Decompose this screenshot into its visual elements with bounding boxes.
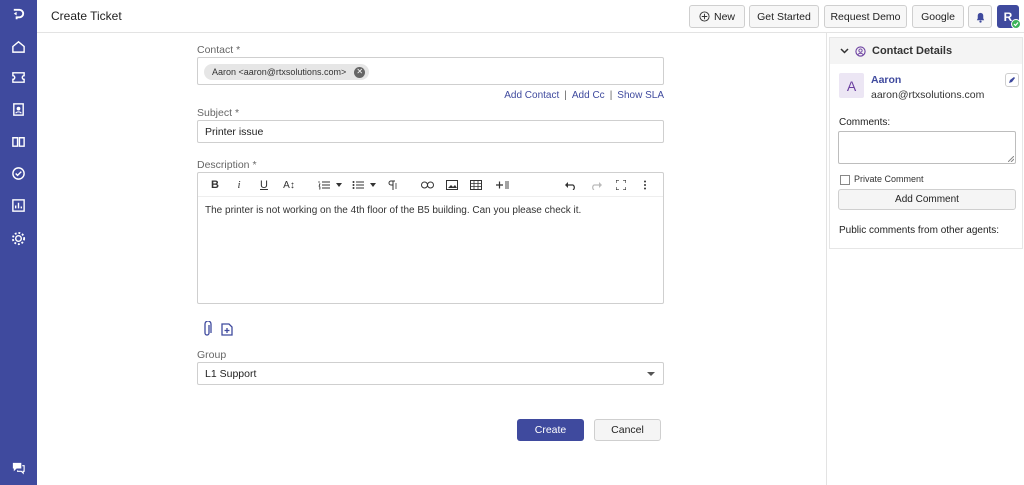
- contact-field[interactable]: Aaron <aaron@rtxsolutions.com> ✕: [197, 57, 664, 85]
- add-contact-link[interactable]: Add Contact: [504, 90, 559, 101]
- chat-icon[interactable]: [0, 453, 37, 481]
- tickets-icon[interactable]: [0, 63, 37, 91]
- page-title: Create Ticket: [51, 9, 122, 23]
- reports-icon[interactable]: [0, 191, 37, 219]
- new-button[interactable]: New: [689, 5, 745, 28]
- google-label: Google: [921, 10, 955, 23]
- pencil-icon: [1009, 77, 1015, 83]
- contact-email: aaron@rtxsolutions.com: [871, 89, 985, 101]
- italic-button[interactable]: i: [231, 177, 247, 193]
- tasks-icon[interactable]: [0, 159, 37, 187]
- contact-chip: Aaron <aaron@rtxsolutions.com> ✕: [204, 64, 370, 80]
- insert-table-icon[interactable]: [468, 177, 484, 193]
- cancel-button[interactable]: Cancel: [594, 419, 661, 441]
- numbered-list-icon[interactable]: [316, 177, 332, 193]
- more-insert-icon[interactable]: [494, 177, 510, 193]
- request-demo-label: Request Demo: [830, 10, 901, 23]
- chevron-down-icon: [647, 372, 655, 376]
- knowledge-base-icon[interactable]: [0, 127, 37, 155]
- contact-chip-label: Aaron <aaron@rtxsolutions.com>: [212, 67, 347, 77]
- show-sla-link[interactable]: Show SLA: [617, 90, 664, 101]
- private-comment-label: Private Comment: [854, 174, 924, 184]
- get-started-label: Get Started: [757, 10, 811, 23]
- paragraph-format-icon[interactable]: [384, 177, 400, 193]
- resize-handle-icon[interactable]: [1008, 156, 1014, 162]
- chevron-down-icon: [840, 48, 849, 54]
- group-label: Group: [197, 349, 227, 361]
- link-separator: |: [609, 90, 613, 101]
- comments-label: Comments:: [839, 117, 891, 128]
- online-status-icon: [1011, 19, 1021, 29]
- create-button[interactable]: Create: [517, 419, 584, 441]
- home-icon[interactable]: [0, 32, 37, 60]
- edit-contact-button[interactable]: [1005, 73, 1019, 87]
- contact-links: Add Contact | Add Cc | Show SLA: [504, 90, 664, 101]
- redo-icon[interactable]: [588, 177, 604, 193]
- numbered-list-dropdown-icon[interactable]: [334, 177, 344, 193]
- font-size-button[interactable]: A↕: [281, 177, 297, 193]
- subject-value: Printer issue: [205, 126, 264, 138]
- remove-contact-icon[interactable]: ✕: [354, 66, 366, 78]
- undo-icon[interactable]: [563, 177, 579, 193]
- description-value: The printer is not working on the 4th fl…: [205, 205, 582, 216]
- add-file-icon[interactable]: [219, 320, 235, 338]
- add-cc-link[interactable]: Add Cc: [572, 90, 605, 101]
- contact-label: Contact *: [197, 44, 241, 56]
- bullet-list-dropdown-icon[interactable]: [368, 177, 378, 193]
- notifications-button[interactable]: [968, 5, 992, 28]
- underline-button[interactable]: U: [256, 177, 272, 193]
- logo-icon[interactable]: [0, 0, 37, 28]
- more-options-icon[interactable]: [637, 177, 653, 193]
- bullet-list-icon[interactable]: [350, 177, 366, 193]
- contact-details-title: Contact Details: [872, 45, 953, 57]
- description-label: Description *: [197, 159, 257, 171]
- request-demo-button[interactable]: Request Demo: [824, 5, 907, 28]
- bell-icon: [976, 12, 984, 23]
- contact-name[interactable]: Aaron: [871, 74, 901, 86]
- plus-circle-icon: [699, 11, 710, 22]
- bold-button[interactable]: B: [207, 177, 223, 193]
- contact-details-panel: Contact Details A Aaron aaron@rtxsolutio…: [826, 33, 1024, 485]
- subject-label: Subject *: [197, 107, 240, 119]
- insert-link-icon[interactable]: [419, 177, 435, 193]
- insert-image-icon[interactable]: [444, 177, 460, 193]
- editor-toolbar: B i U A↕: [198, 173, 663, 197]
- subject-input[interactable]: Printer issue: [197, 120, 664, 143]
- contacts-icon[interactable]: [0, 95, 37, 123]
- contact-details-header[interactable]: Contact Details: [830, 38, 1022, 64]
- new-button-label: New: [713, 10, 735, 23]
- fullscreen-icon[interactable]: [613, 177, 629, 193]
- contact-details-card: Contact Details A Aaron aaron@rtxsolutio…: [829, 37, 1023, 249]
- public-comments-label: Public comments from other agents:: [839, 225, 1000, 236]
- group-select[interactable]: L1 Support: [197, 362, 664, 385]
- add-comment-button[interactable]: Add Comment: [838, 189, 1016, 210]
- contact-avatar: A: [839, 73, 864, 98]
- attach-file-icon[interactable]: [200, 320, 216, 338]
- get-started-button[interactable]: Get Started: [749, 5, 819, 28]
- description-editor[interactable]: B i U A↕ The printer is not working on t…: [197, 172, 664, 304]
- group-value: L1 Support: [205, 368, 257, 380]
- settings-icon[interactable]: [0, 224, 37, 252]
- private-comment-checkbox[interactable]: [840, 175, 850, 185]
- link-separator: |: [564, 90, 567, 101]
- google-button[interactable]: Google: [912, 5, 964, 28]
- user-circle-icon: [855, 45, 866, 57]
- comment-textarea[interactable]: [838, 131, 1016, 164]
- left-navigation: [0, 0, 37, 485]
